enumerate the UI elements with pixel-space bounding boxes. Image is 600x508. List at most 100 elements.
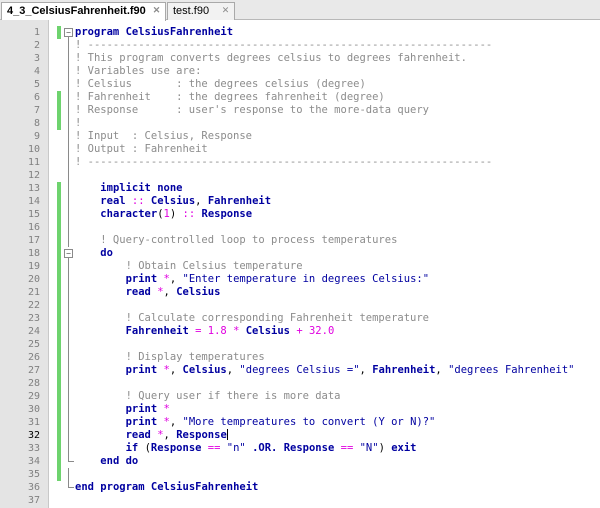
code-text: end program CelsiusFahrenheit: [75, 481, 259, 493]
tab-4-3-celsiusfahrenheit[interactable]: 4_3_CelsiusFahrenheit.f90 ✕: [1, 2, 166, 21]
code-line[interactable]: 21 read *, Celsius: [0, 286, 600, 299]
change-marker: [57, 429, 61, 442]
code-line[interactable]: 11 ! ------------------------------------…: [0, 156, 600, 169]
code-line[interactable]: 9 ! Input : Celsius, Response: [0, 130, 600, 143]
code-line[interactable]: 37: [0, 494, 600, 507]
tab-label: 4_3_CelsiusFahrenheit.f90: [7, 5, 146, 17]
fold-marker: [64, 273, 73, 286]
code-line[interactable]: 31 print *, "More tempreatures to conver…: [0, 416, 600, 429]
close-icon[interactable]: ✕: [152, 6, 161, 15]
fold-toggle-icon[interactable]: −: [64, 247, 73, 260]
code-text: ! Obtain Celsius temperature: [75, 260, 303, 272]
line-number: 35: [27, 469, 40, 480]
code-text: end do: [100, 455, 139, 467]
code-line[interactable]: 34 end do: [0, 455, 600, 468]
fold-marker: [64, 65, 73, 78]
code-line[interactable]: 26 ! Display temperatures: [0, 351, 600, 364]
line-number: 37: [27, 495, 40, 506]
fold-marker: [64, 494, 73, 507]
line-number: 15: [27, 209, 40, 220]
code-line[interactable]: 5 ! Celsius : the degrees celsius (degree…: [0, 78, 600, 91]
code-line[interactable]: 35: [0, 468, 600, 481]
change-marker: [57, 247, 61, 260]
line-number: 21: [27, 287, 40, 298]
code-text: if (Response == "n" .OR. Response == "N"…: [125, 442, 417, 454]
code-line[interactable]: 13 implicit none: [0, 182, 600, 195]
code-line[interactable]: 12: [0, 169, 600, 182]
line-number: 19: [27, 261, 40, 272]
line-number: 7: [33, 105, 40, 116]
code-line[interactable]: 4 ! Variables use are:: [0, 65, 600, 78]
code-line[interactable]: 30 print *: [0, 403, 600, 416]
code-line[interactable]: 7 ! Response : user's response to the mor…: [0, 104, 600, 117]
fold-marker: [64, 377, 73, 390]
code-text: ! This program converts degrees celsius …: [75, 52, 467, 64]
code-line[interactable]: 8!: [0, 117, 600, 130]
code-line[interactable]: 22: [0, 299, 600, 312]
fold-marker: [64, 91, 73, 104]
change-marker: [57, 416, 61, 429]
code-text: ! Variables use are:: [75, 65, 202, 77]
code-line[interactable]: 6 ! Fahrenheit : the degrees fahrenheit (…: [0, 91, 600, 104]
code-line[interactable]: 10 ! Output : Fahrenheit: [0, 143, 600, 156]
line-number: 27: [27, 365, 40, 376]
code-text: print *, "Enter temperature in degrees C…: [125, 273, 430, 285]
code-line[interactable]: 28: [0, 377, 600, 390]
code-line[interactable]: 3 ! This program converts degrees celsius…: [0, 52, 600, 65]
change-marker: [57, 117, 61, 130]
line-number: 1: [33, 27, 40, 38]
code-line[interactable]: 19 ! Obtain Celsius temperature: [0, 260, 600, 273]
line-number: 3: [33, 53, 40, 64]
code-text: ! --------------------------------------…: [75, 156, 493, 168]
line-number: 10: [27, 144, 40, 155]
fold-marker: [64, 468, 73, 481]
code-line[interactable]: 24 Fahrenheit = 1.8 * Celsius + 32.0: [0, 325, 600, 338]
code-line[interactable]: 29 ! Query user if there is more data: [0, 390, 600, 403]
line-number: 23: [27, 313, 40, 324]
code-line[interactable]: 32 read *, Response: [0, 429, 600, 442]
code-text: ! Query-controlled loop to process tempe…: [75, 234, 398, 246]
line-number: 18: [27, 248, 40, 259]
code-line[interactable]: 18 − do: [0, 247, 600, 260]
line-number: 25: [27, 339, 40, 350]
code-line[interactable]: 27 print *, Celsius, "degrees Celsius ="…: [0, 364, 600, 377]
tab-test[interactable]: test.f90 ✕: [167, 2, 235, 20]
code-line[interactable]: 33 if (Response == "n" .OR. Response == …: [0, 442, 600, 455]
change-marker: [57, 312, 61, 325]
fold-marker: [64, 325, 73, 338]
line-number: 36: [27, 482, 40, 493]
close-icon[interactable]: ✕: [221, 6, 230, 15]
line-number: 5: [33, 79, 40, 90]
line-number: 29: [27, 391, 40, 402]
fold-marker: [64, 299, 73, 312]
code-line[interactable]: 23 ! Calculate corresponding Fahrenheit …: [0, 312, 600, 325]
code-line[interactable]: 16: [0, 221, 600, 234]
line-number: 30: [27, 404, 40, 415]
code-line[interactable]: 36 end program CelsiusFahrenheit: [0, 481, 600, 494]
code-line[interactable]: 14 real :: Celsius, Fahrenheit: [0, 195, 600, 208]
code-text: ! Input : Celsius, Response: [75, 130, 253, 142]
fold-marker: [64, 52, 73, 65]
tab-bar: 4_3_CelsiusFahrenheit.f90 ✕ test.f90 ✕: [0, 0, 600, 21]
code-line[interactable]: 15 character(1) :: Response: [0, 208, 600, 221]
change-marker: [57, 286, 61, 299]
line-number: 4: [33, 66, 40, 77]
line-number: 11: [27, 157, 40, 168]
code-line[interactable]: 17 ! Query-controlled loop to process te…: [0, 234, 600, 247]
change-marker: [57, 221, 61, 234]
code-line[interactable]: 25: [0, 338, 600, 351]
line-number: 33: [27, 443, 40, 454]
fold-marker: [64, 208, 73, 221]
code-text: ! Celsius : the degrees celsius (degree): [75, 78, 366, 90]
code-line[interactable]: 2 ! -------------------------------------…: [0, 39, 600, 52]
change-marker: [57, 364, 61, 377]
fold-marker: [64, 104, 73, 117]
code-editor[interactable]: 1− program CelsiusFahrenheit 2! ----------…: [0, 20, 600, 508]
line-number: 6: [33, 92, 40, 103]
change-marker: [57, 195, 61, 208]
code-line[interactable]: 20 print *, "Enter temperature in degree…: [0, 273, 600, 286]
fold-toggle-icon[interactable]: −: [64, 26, 73, 39]
fold-marker: [64, 442, 73, 455]
code-text: read *, Celsius: [125, 286, 221, 298]
code-line[interactable]: 1 − program CelsiusFahrenheit: [0, 26, 600, 39]
